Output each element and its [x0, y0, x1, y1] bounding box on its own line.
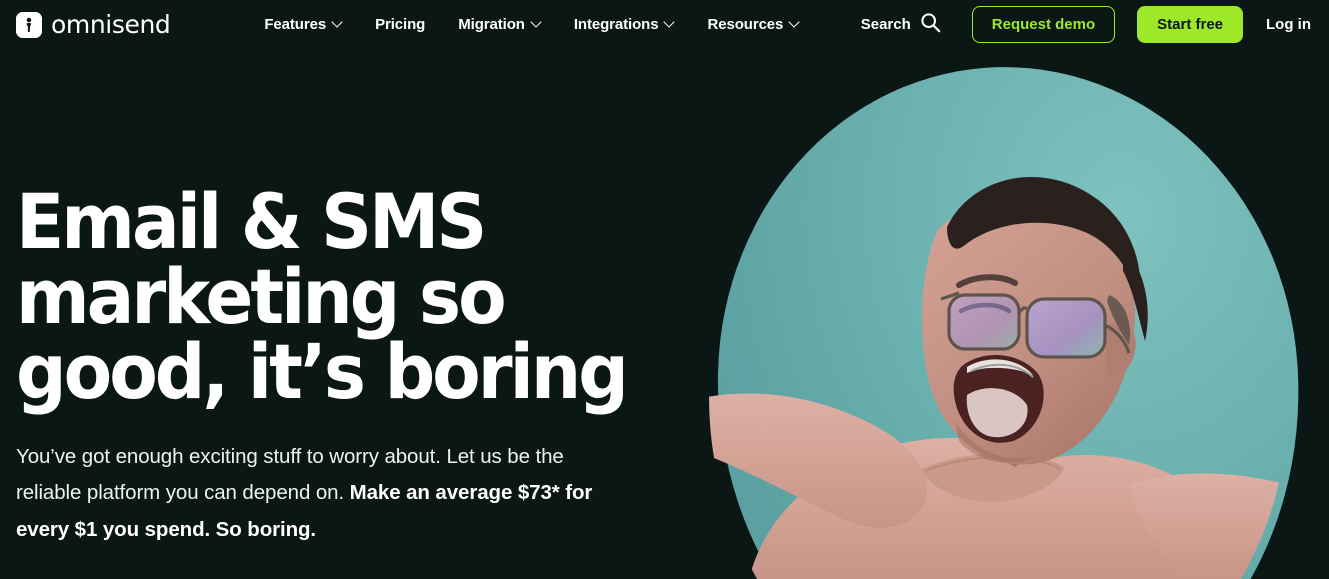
nav-item-integrations[interactable]: Integrations [574, 16, 675, 33]
page-title: Email & SMS marketing so good, it’s bori… [16, 177, 629, 417]
nav-label: Features [264, 16, 327, 33]
search-label: Search [860, 16, 911, 33]
hero-subcopy: You’ve got enough exciting stuff to worr… [16, 439, 606, 548]
nav-item-features[interactable]: Features [264, 16, 342, 33]
hero-copy: Email & SMS marketing so good, it’s bori… [16, 184, 716, 548]
nav-item-pricing[interactable]: Pricing [375, 16, 425, 33]
header-actions: Search Request demo Start free Log in [861, 6, 1311, 43]
start-free-button[interactable]: Start free [1137, 6, 1243, 43]
brand-logo[interactable]: omnisend [16, 10, 171, 39]
login-link[interactable]: Log in [1266, 16, 1311, 33]
nav-label: Migration [458, 16, 525, 33]
person-photo [709, 49, 1329, 579]
chevron-down-icon [532, 18, 541, 27]
chevron-down-icon [665, 18, 674, 27]
nav-label: Resources [707, 16, 784, 33]
main-navigation: Features Pricing Migration Integrations … [264, 16, 799, 33]
chevron-down-icon [790, 18, 799, 27]
nav-label: Pricing [375, 16, 426, 33]
hero-image [709, 49, 1329, 579]
hero-section: Email & SMS marketing so good, it’s bori… [0, 49, 1329, 579]
omnisend-logo-icon [16, 11, 42, 38]
brand-name: omnisend [51, 10, 171, 39]
nav-item-migration[interactable]: Migration [458, 16, 541, 33]
search-icon [920, 12, 941, 37]
page-root: omnisend Features Pricing Migration Inte… [0, 0, 1329, 579]
site-header: omnisend Features Pricing Migration Inte… [0, 0, 1329, 49]
nav-item-resources[interactable]: Resources [707, 16, 799, 33]
nav-label: Integrations [573, 16, 659, 33]
chevron-down-icon [333, 18, 342, 27]
search-button[interactable]: Search [861, 12, 941, 37]
request-demo-button[interactable]: Request demo [971, 6, 1116, 43]
